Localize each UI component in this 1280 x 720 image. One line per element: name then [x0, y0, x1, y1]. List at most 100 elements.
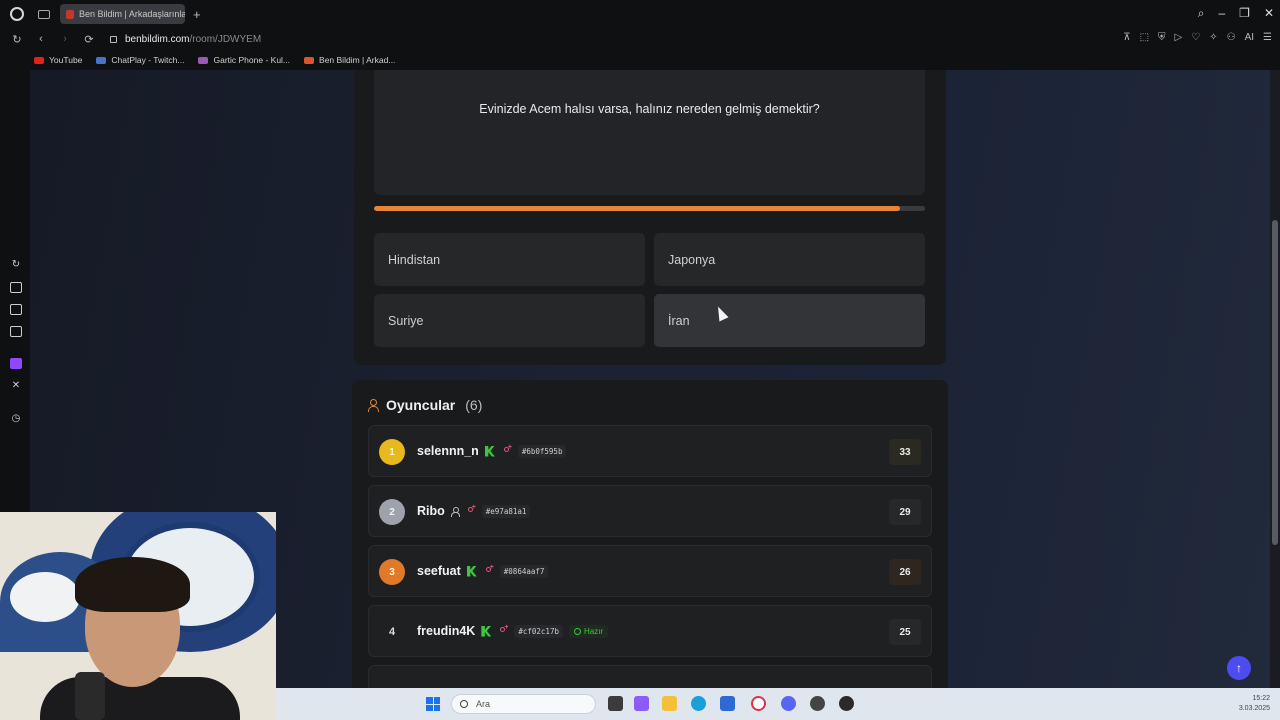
youtube-icon — [34, 56, 44, 64]
copilot-icon[interactable] — [634, 696, 649, 711]
wave-art — [10, 572, 80, 622]
m-app-icon[interactable] — [10, 326, 22, 337]
answer-option-4[interactable]: İran — [654, 294, 925, 347]
new-tab-button[interactable]: + — [193, 7, 201, 22]
edge-icon[interactable] — [691, 696, 706, 711]
check-circle-icon — [573, 627, 581, 635]
arrow-up-icon: ↑ — [1236, 661, 1242, 675]
windows-taskbar: Ara 15:22 3.03.2025 — [276, 688, 1280, 720]
rank-badge: 2 — [379, 499, 405, 525]
player-row: 2 Ribo #e97a81a1 29 — [368, 485, 932, 537]
minimize-icon[interactable]: – — [1218, 6, 1225, 21]
answer-option-2[interactable]: Japonya — [654, 233, 925, 286]
kick-icon — [481, 625, 492, 637]
answer-option-3[interactable]: Suriye — [374, 294, 645, 347]
players-count: (6) — [465, 397, 483, 413]
pin-icon[interactable]: ⊼ — [1123, 32, 1130, 43]
bookmark-gartic[interactable]: Gartic Phone - Kul... — [198, 55, 290, 65]
player-tag: #cf02c17b — [514, 624, 563, 638]
forward-icon[interactable]: › — [58, 33, 72, 45]
shield-icon[interactable]: ⛨ — [1158, 32, 1166, 43]
play-icon[interactable]: ▷ — [1175, 32, 1183, 43]
add-friend-icon[interactable] — [503, 444, 512, 456]
add-friend-icon[interactable] — [499, 624, 508, 636]
player-score: 26 — [889, 559, 921, 585]
kick-icon — [466, 565, 477, 577]
discord-icon[interactable] — [781, 696, 796, 711]
ai-button[interactable]: AI — [1245, 32, 1254, 43]
url-path[interactable]: /room/JDWYEM — [189, 34, 261, 45]
search-tabs-icon[interactable]: ⌕ — [1198, 6, 1205, 21]
twitch-icon[interactable] — [10, 358, 22, 369]
bookmark-youtube[interactable]: YouTube — [34, 55, 82, 65]
lock-icon — [110, 35, 117, 43]
aria-icon[interactable] — [10, 282, 22, 293]
x-icon[interactable]: ✕ — [10, 380, 22, 391]
bookmarks-bar: YouTube ChatPlay - Twitch... Gartic Phon… — [0, 50, 1280, 70]
reload-icon[interactable]: ↻ — [10, 33, 24, 46]
add-friend-icon[interactable] — [467, 504, 476, 516]
question-text: Evinizde Acem halısı varsa, halınız nere… — [479, 102, 820, 116]
kick-icon — [484, 445, 495, 457]
user-icon — [450, 506, 460, 517]
extension-icons: ⊼ ⬚ ⛨ ▷ ♡ ✧ ⚇ AI ☰ — [1123, 32, 1272, 43]
extensions-icon[interactable]: ✧ — [1209, 32, 1217, 43]
search-placeholder: Ara — [476, 699, 491, 709]
player-info: Ribo #e97a81a1 — [417, 504, 531, 518]
player-row — [368, 665, 932, 688]
timer-progress-fill — [374, 206, 901, 211]
browser-tab-active[interactable]: Ben Bildim | Arkadaşlarınla — [60, 4, 185, 24]
answer-option-1[interactable]: Hindistan — [374, 233, 645, 286]
players-title: Oyuncular — [386, 397, 456, 413]
windows-start-icon[interactable] — [426, 697, 440, 711]
question-box: Evinizde Acem halısı varsa, halınız nere… — [374, 70, 925, 195]
scrollbar-thumb[interactable] — [1272, 220, 1278, 545]
rank-badge: 3 — [379, 559, 405, 585]
answer-label: Hindistan — [388, 252, 441, 267]
ready-badge: Hazır — [568, 624, 609, 638]
player-score: 29 — [889, 499, 921, 525]
refresh-icon[interactable]: ⟳ — [82, 33, 96, 46]
url-host[interactable]: benbildim.com — [125, 34, 189, 45]
chatplay-icon — [96, 56, 107, 64]
opera-gx-icon[interactable] — [751, 696, 766, 711]
taskbar-search[interactable]: Ara — [451, 694, 596, 714]
player-row: 1 selennn_n #6b0f595b 33 — [368, 425, 932, 477]
maximize-icon[interactable]: ❐ — [1239, 6, 1250, 21]
back-icon[interactable]: ‹ — [34, 33, 48, 45]
microphone — [75, 672, 105, 720]
clock-date[interactable]: 3.03.2025 — [1239, 704, 1270, 714]
answer-label: Japonya — [668, 252, 716, 267]
bookmark-benbildim[interactable]: Ben Bildim | Arkad... — [304, 55, 395, 65]
tab-islands-icon[interactable] — [38, 9, 50, 19]
answer-label: Suriye — [388, 313, 424, 328]
store-icon[interactable] — [720, 696, 735, 711]
opera-logo-icon[interactable] — [10, 7, 24, 21]
heart-icon[interactable]: ♡ — [1191, 32, 1200, 43]
menu-icon[interactable]: ☰ — [1263, 32, 1272, 43]
bookmark-label: ChatPlay - Twitch... — [111, 55, 185, 65]
history-refresh-icon[interactable]: ↻ — [10, 259, 22, 270]
benbildim-icon — [304, 56, 315, 64]
bookmark-chatplay[interactable]: ChatPlay - Twitch... — [96, 55, 184, 65]
timer-progress-bar — [374, 206, 925, 211]
ready-label: Hazır — [583, 626, 604, 636]
player-tag: #e97a81a1 — [481, 504, 531, 518]
window-controls: ⌕ – ❐ ✕ — [1198, 6, 1274, 21]
obs-icon[interactable] — [839, 696, 854, 711]
page-scrollbar[interactable] — [1270, 70, 1280, 688]
clock-time[interactable]: 15:22 — [1239, 694, 1270, 704]
notes-icon[interactable] — [10, 304, 22, 315]
snapshot-icon[interactable]: ⬚ — [1140, 32, 1149, 43]
profile-icon[interactable]: ⚇ — [1227, 32, 1236, 43]
players-header: Oyuncular (6) — [368, 397, 482, 413]
file-explorer-icon[interactable] — [662, 696, 677, 711]
scroll-to-top-button[interactable]: ↑ — [1227, 656, 1251, 680]
add-friend-icon[interactable] — [485, 564, 494, 576]
clock-icon[interactable]: ◷ — [10, 413, 22, 424]
gartic-icon — [198, 56, 209, 64]
app-icon[interactable] — [810, 696, 825, 711]
player-row: 3 seefuat #0864aaf7 26 — [368, 545, 932, 597]
close-icon[interactable]: ✕ — [1264, 6, 1274, 21]
task-view-icon[interactable] — [608, 696, 623, 711]
